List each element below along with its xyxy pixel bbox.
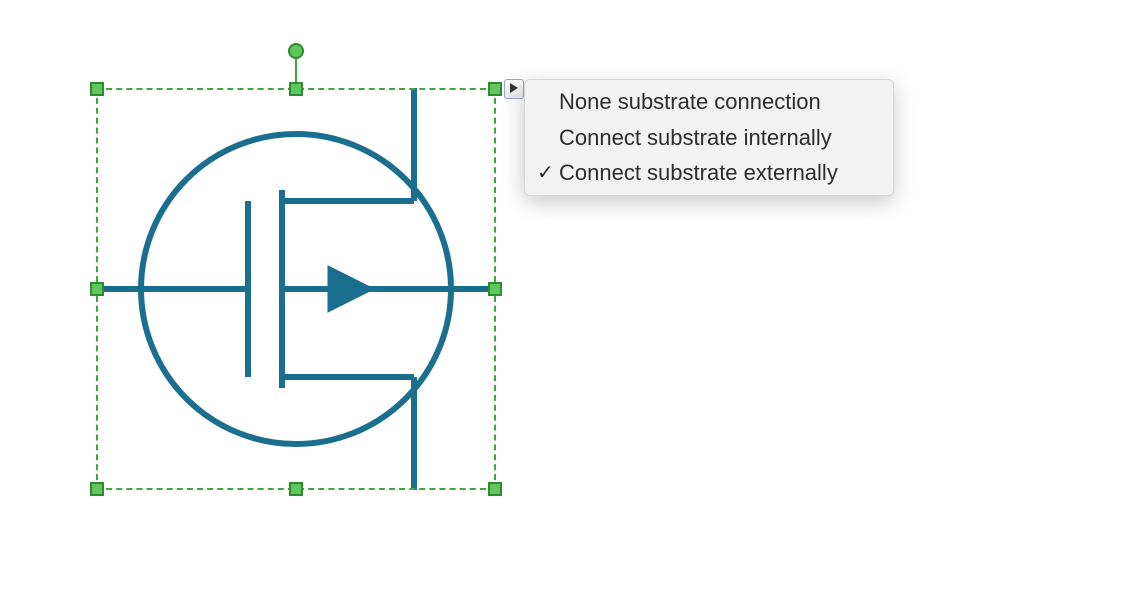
smart-tag-button[interactable] xyxy=(504,79,524,99)
resize-handle-middle-left[interactable] xyxy=(90,282,104,296)
rotate-connector xyxy=(295,57,297,84)
transistor-symbol[interactable] xyxy=(96,88,496,490)
resize-handle-middle-right[interactable] xyxy=(488,282,502,296)
resize-handle-bottom-left[interactable] xyxy=(90,482,104,496)
resize-handle-bottom-right[interactable] xyxy=(488,482,502,496)
canvas[interactable]: None substrate connection Connect substr… xyxy=(0,0,1144,612)
menu-item-label: Connect substrate externally xyxy=(559,158,875,188)
resize-handle-bottom-middle[interactable] xyxy=(289,482,303,496)
context-menu: None substrate connection Connect substr… xyxy=(524,79,894,196)
menu-item-connect-internal[interactable]: Connect substrate internally xyxy=(525,120,893,156)
menu-item-label: None substrate connection xyxy=(559,87,875,117)
rotate-handle[interactable] xyxy=(288,43,304,59)
check-icon: ✓ xyxy=(537,160,559,187)
menu-item-connect-external[interactable]: ✓ Connect substrate externally xyxy=(525,155,893,191)
resize-handle-top-left[interactable] xyxy=(90,82,104,96)
resize-handle-top-right[interactable] xyxy=(488,82,502,96)
menu-item-label: Connect substrate internally xyxy=(559,123,875,153)
menu-item-none-substrate[interactable]: None substrate connection xyxy=(525,84,893,120)
play-icon xyxy=(510,83,518,96)
resize-handle-top-middle[interactable] xyxy=(289,82,303,96)
